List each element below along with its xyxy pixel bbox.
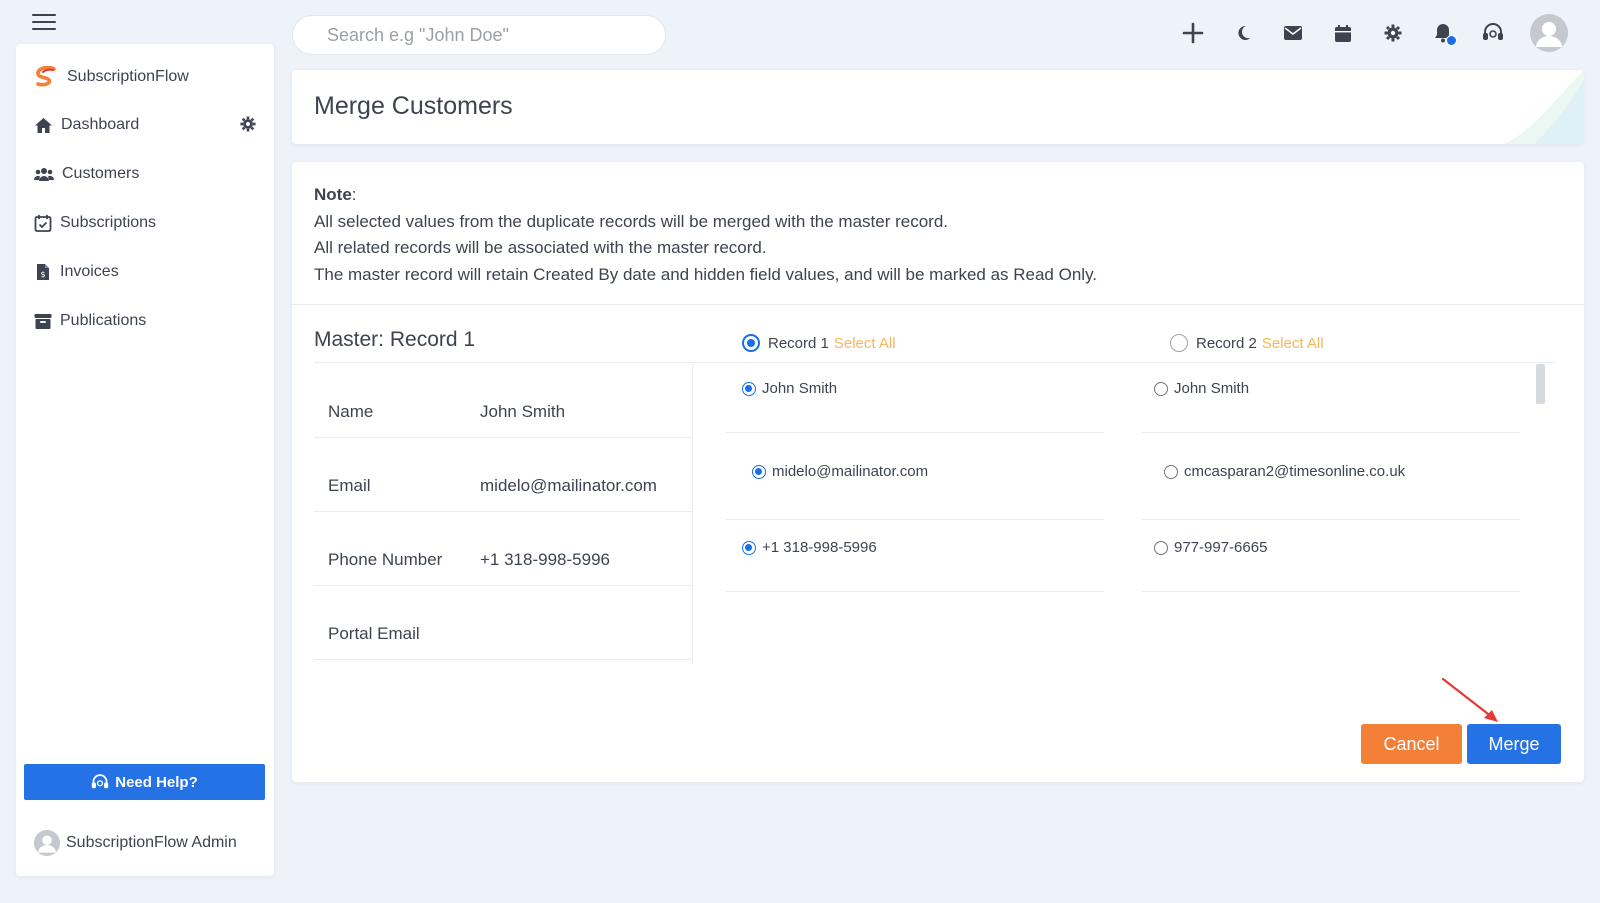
mail-icon[interactable] bbox=[1280, 20, 1306, 46]
field-label: Email bbox=[328, 476, 371, 495]
sidebar-item-invoices[interactable]: $ Invoices bbox=[34, 263, 256, 281]
record-1-label: Record 1 bbox=[768, 334, 829, 352]
dashboard-settings-gear-icon[interactable] bbox=[240, 116, 256, 132]
menu-toggle-icon[interactable] bbox=[32, 14, 56, 30]
option-value: John Smith bbox=[762, 380, 838, 397]
option-value: +1 318-998-5996 bbox=[762, 539, 877, 556]
calendar-check-icon bbox=[34, 215, 52, 232]
option-divider bbox=[1142, 519, 1520, 520]
admin-name: SubscriptionFlow Admin bbox=[66, 834, 237, 851]
sidebar-item-label: Subscriptions bbox=[60, 214, 157, 231]
brand-name: SubscriptionFlow bbox=[67, 68, 189, 85]
section-divider bbox=[292, 304, 1584, 305]
need-help-button[interactable]: Need Help? bbox=[24, 764, 265, 800]
users-icon bbox=[34, 167, 54, 181]
sidebar: SubscriptionFlow Dashboard Customers Sub… bbox=[16, 44, 274, 876]
record-1-email-option[interactable]: midelo@mailinator.com bbox=[752, 463, 928, 480]
admin-profile[interactable]: SubscriptionFlow Admin bbox=[34, 830, 237, 856]
search-input[interactable] bbox=[292, 15, 666, 55]
note-line: All selected values from the duplicate r… bbox=[314, 211, 949, 231]
record-1-name-option[interactable]: John Smith bbox=[742, 380, 837, 397]
master-header-line bbox=[314, 362, 1556, 363]
column-divider bbox=[692, 364, 693, 664]
option-divider bbox=[726, 519, 1104, 520]
dark-mode-icon[interactable] bbox=[1230, 20, 1256, 46]
support-headset-icon[interactable] bbox=[1480, 20, 1506, 46]
option-value: cmcasparan2@timesonline.co.uk bbox=[1184, 463, 1406, 480]
record-1-select-all-link[interactable]: Select All bbox=[834, 335, 896, 352]
admin-avatar bbox=[34, 830, 60, 856]
option-value: midelo@mailinator.com bbox=[772, 463, 929, 480]
option-divider bbox=[726, 432, 1104, 433]
calendar-icon[interactable] bbox=[1330, 20, 1356, 46]
note-line: The master record will retain Created By… bbox=[314, 264, 1098, 284]
master-title: Master: Record 1 bbox=[314, 328, 476, 351]
table-row: Email midelo@mailinator.com bbox=[314, 438, 692, 512]
sidebar-item-customers[interactable]: Customers bbox=[34, 165, 256, 183]
sidebar-item-label: Publications bbox=[60, 312, 147, 329]
home-icon bbox=[35, 117, 52, 133]
record-2-label: Record 2 bbox=[1196, 334, 1257, 352]
radio-selected[interactable] bbox=[752, 464, 766, 479]
field-label: Phone Number bbox=[328, 550, 443, 569]
cancel-button[interactable]: Cancel bbox=[1361, 724, 1462, 764]
note-section: Note: All selected values from the dupli… bbox=[314, 182, 1097, 288]
scrollbar-thumb[interactable] bbox=[1536, 364, 1545, 404]
option-divider bbox=[1142, 591, 1520, 592]
sidebar-item-dashboard[interactable]: Dashboard bbox=[34, 116, 256, 134]
radio-selected[interactable] bbox=[742, 381, 756, 396]
svg-text:$: $ bbox=[40, 270, 45, 279]
record-2-email-option[interactable]: cmcasparan2@timesonline.co.uk bbox=[1164, 463, 1405, 480]
radio-unselected[interactable] bbox=[1154, 381, 1168, 396]
record-1-master-radio[interactable]: Record 1 Select All bbox=[742, 334, 896, 352]
subscriptionflow-logo-icon bbox=[36, 66, 56, 87]
record-1-phone-option[interactable]: +1 318-998-5996 bbox=[742, 539, 877, 556]
note-line: All related records will be associated w… bbox=[314, 238, 767, 257]
settings-gear-icon[interactable] bbox=[1380, 20, 1406, 46]
table-row: Portal Email bbox=[314, 586, 692, 660]
annotation-arrow-icon bbox=[1441, 677, 1498, 722]
table-row: Name John Smith bbox=[314, 364, 692, 438]
sidebar-item-subscriptions[interactable]: Subscriptions bbox=[34, 214, 256, 232]
field-value: +1 318-998-5996 bbox=[480, 550, 610, 569]
need-help-label: Need Help? bbox=[115, 773, 198, 791]
top-toolbar bbox=[1180, 13, 1568, 53]
option-divider bbox=[1142, 432, 1520, 433]
radio-selected[interactable] bbox=[742, 540, 756, 555]
radio-unselected[interactable] bbox=[1170, 334, 1188, 352]
radio-unselected[interactable] bbox=[1164, 464, 1178, 479]
add-icon[interactable] bbox=[1180, 20, 1206, 46]
sidebar-item-label: Dashboard bbox=[61, 116, 140, 133]
record-2-name-option[interactable]: John Smith bbox=[1154, 380, 1249, 397]
radio-selected[interactable] bbox=[742, 334, 760, 352]
sidebar-item-label: Invoices bbox=[60, 263, 119, 280]
sidebar-item-label: Customers bbox=[62, 165, 140, 182]
brand[interactable]: SubscriptionFlow bbox=[34, 66, 189, 88]
note-label: Note bbox=[314, 185, 352, 204]
support-headset-icon bbox=[92, 773, 109, 788]
record-2-select-all-link[interactable]: Select All bbox=[1262, 335, 1324, 352]
option-value: John Smith bbox=[1174, 380, 1250, 397]
field-value: John Smith bbox=[480, 402, 566, 421]
notification-badge bbox=[1446, 35, 1457, 46]
record-2-master-radio[interactable]: Record 2 Select All bbox=[1170, 334, 1324, 352]
merge-panel: Note: All selected values from the dupli… bbox=[292, 162, 1584, 782]
record-2-phone-option[interactable]: 977-997-6665 bbox=[1154, 539, 1267, 556]
archive-icon bbox=[34, 313, 52, 329]
user-avatar[interactable] bbox=[1530, 14, 1568, 52]
invoice-icon: $ bbox=[37, 264, 49, 280]
field-label: Portal Email bbox=[328, 624, 420, 643]
sidebar-item-publications[interactable]: Publications bbox=[34, 312, 256, 330]
notification-bell-icon[interactable] bbox=[1430, 20, 1457, 46]
merge-button[interactable]: Merge bbox=[1467, 724, 1561, 764]
field-label: Name bbox=[328, 402, 374, 421]
option-divider bbox=[726, 591, 1104, 592]
page-title: Merge Customers bbox=[314, 92, 513, 120]
table-row: Phone Number +1 318-998-5996 bbox=[314, 512, 692, 586]
page-header: Merge Customers bbox=[292, 70, 1584, 144]
radio-unselected[interactable] bbox=[1154, 540, 1168, 555]
option-value: 977-997-6665 bbox=[1174, 539, 1268, 556]
header-decoration bbox=[1504, 70, 1584, 144]
field-value: midelo@mailinator.com bbox=[480, 476, 657, 495]
